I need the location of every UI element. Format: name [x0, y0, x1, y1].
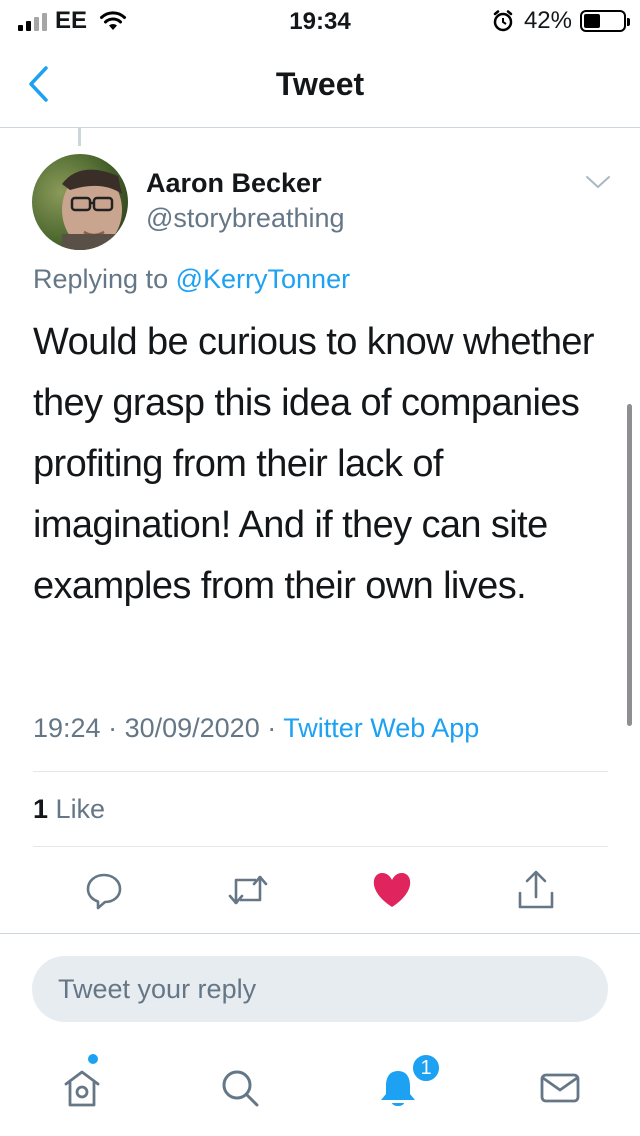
- reply-input[interactable]: Tweet your reply: [32, 956, 608, 1022]
- likes-count-link[interactable]: 1 Like: [33, 794, 105, 825]
- avatar-image: [32, 154, 128, 250]
- home-unread-dot: [88, 1054, 98, 1064]
- like-button[interactable]: [370, 868, 414, 912]
- meta-separator: ·: [259, 713, 284, 743]
- tweet-source-link[interactable]: Twitter Web App: [283, 713, 479, 743]
- author-handle[interactable]: @storybreathing: [146, 203, 345, 234]
- divider: [33, 846, 608, 847]
- notifications-badge: 1: [410, 1052, 442, 1084]
- thread-connector: [78, 128, 81, 146]
- like-icon: [373, 873, 411, 907]
- battery-fill: [584, 14, 600, 28]
- more-options-button[interactable]: [584, 172, 612, 192]
- scrollbar[interactable]: [627, 404, 632, 726]
- battery-icon: [580, 10, 630, 32]
- tweet-time: 19:24: [33, 713, 101, 743]
- status-right: 42%: [492, 7, 630, 34]
- reply-context: Replying to @KerryTonner: [33, 264, 350, 295]
- share-button[interactable]: [514, 868, 558, 912]
- section-divider: [0, 933, 640, 934]
- home-icon: [64, 1070, 100, 1107]
- retweet-icon: [228, 875, 268, 905]
- chevron-down-icon: [586, 176, 610, 188]
- reply-icon: [86, 873, 122, 910]
- reply-context-label: Replying to: [33, 264, 169, 294]
- tweet-text: Would be curious to know whether they gr…: [33, 321, 595, 607]
- page-title: Tweet: [275, 66, 365, 102]
- tab-messages[interactable]: [532, 1060, 588, 1116]
- search-icon: [222, 1070, 259, 1107]
- meta-separator: ·: [100, 713, 125, 743]
- divider: [33, 771, 608, 772]
- author-name[interactable]: Aaron Becker: [146, 168, 322, 199]
- tweet-date: 30/09/2020: [124, 713, 260, 743]
- messages-icon: [540, 1073, 580, 1103]
- likes-count: 1: [33, 794, 49, 824]
- reply-placeholder: Tweet your reply: [58, 973, 257, 1004]
- tab-search[interactable]: [212, 1060, 268, 1116]
- likes-label: Like: [55, 794, 106, 824]
- share-icon: [518, 870, 554, 909]
- tweet-metadata: 19:24 · 30/09/2020 · Twitter Web App: [33, 713, 479, 744]
- tab-home[interactable]: [54, 1060, 110, 1116]
- retweet-button[interactable]: [226, 868, 270, 912]
- avatar[interactable]: [32, 154, 128, 250]
- tweet-action-bar: [0, 858, 640, 922]
- reply-button[interactable]: [82, 868, 126, 912]
- mention-link[interactable]: @KerryTonner: [176, 264, 350, 294]
- status-bar: EE 19:34 42%: [0, 0, 640, 40]
- alarm-icon: [493, 10, 513, 32]
- battery-percentage: 42%: [523, 7, 572, 34]
- nav-bar: Tweet: [0, 40, 640, 128]
